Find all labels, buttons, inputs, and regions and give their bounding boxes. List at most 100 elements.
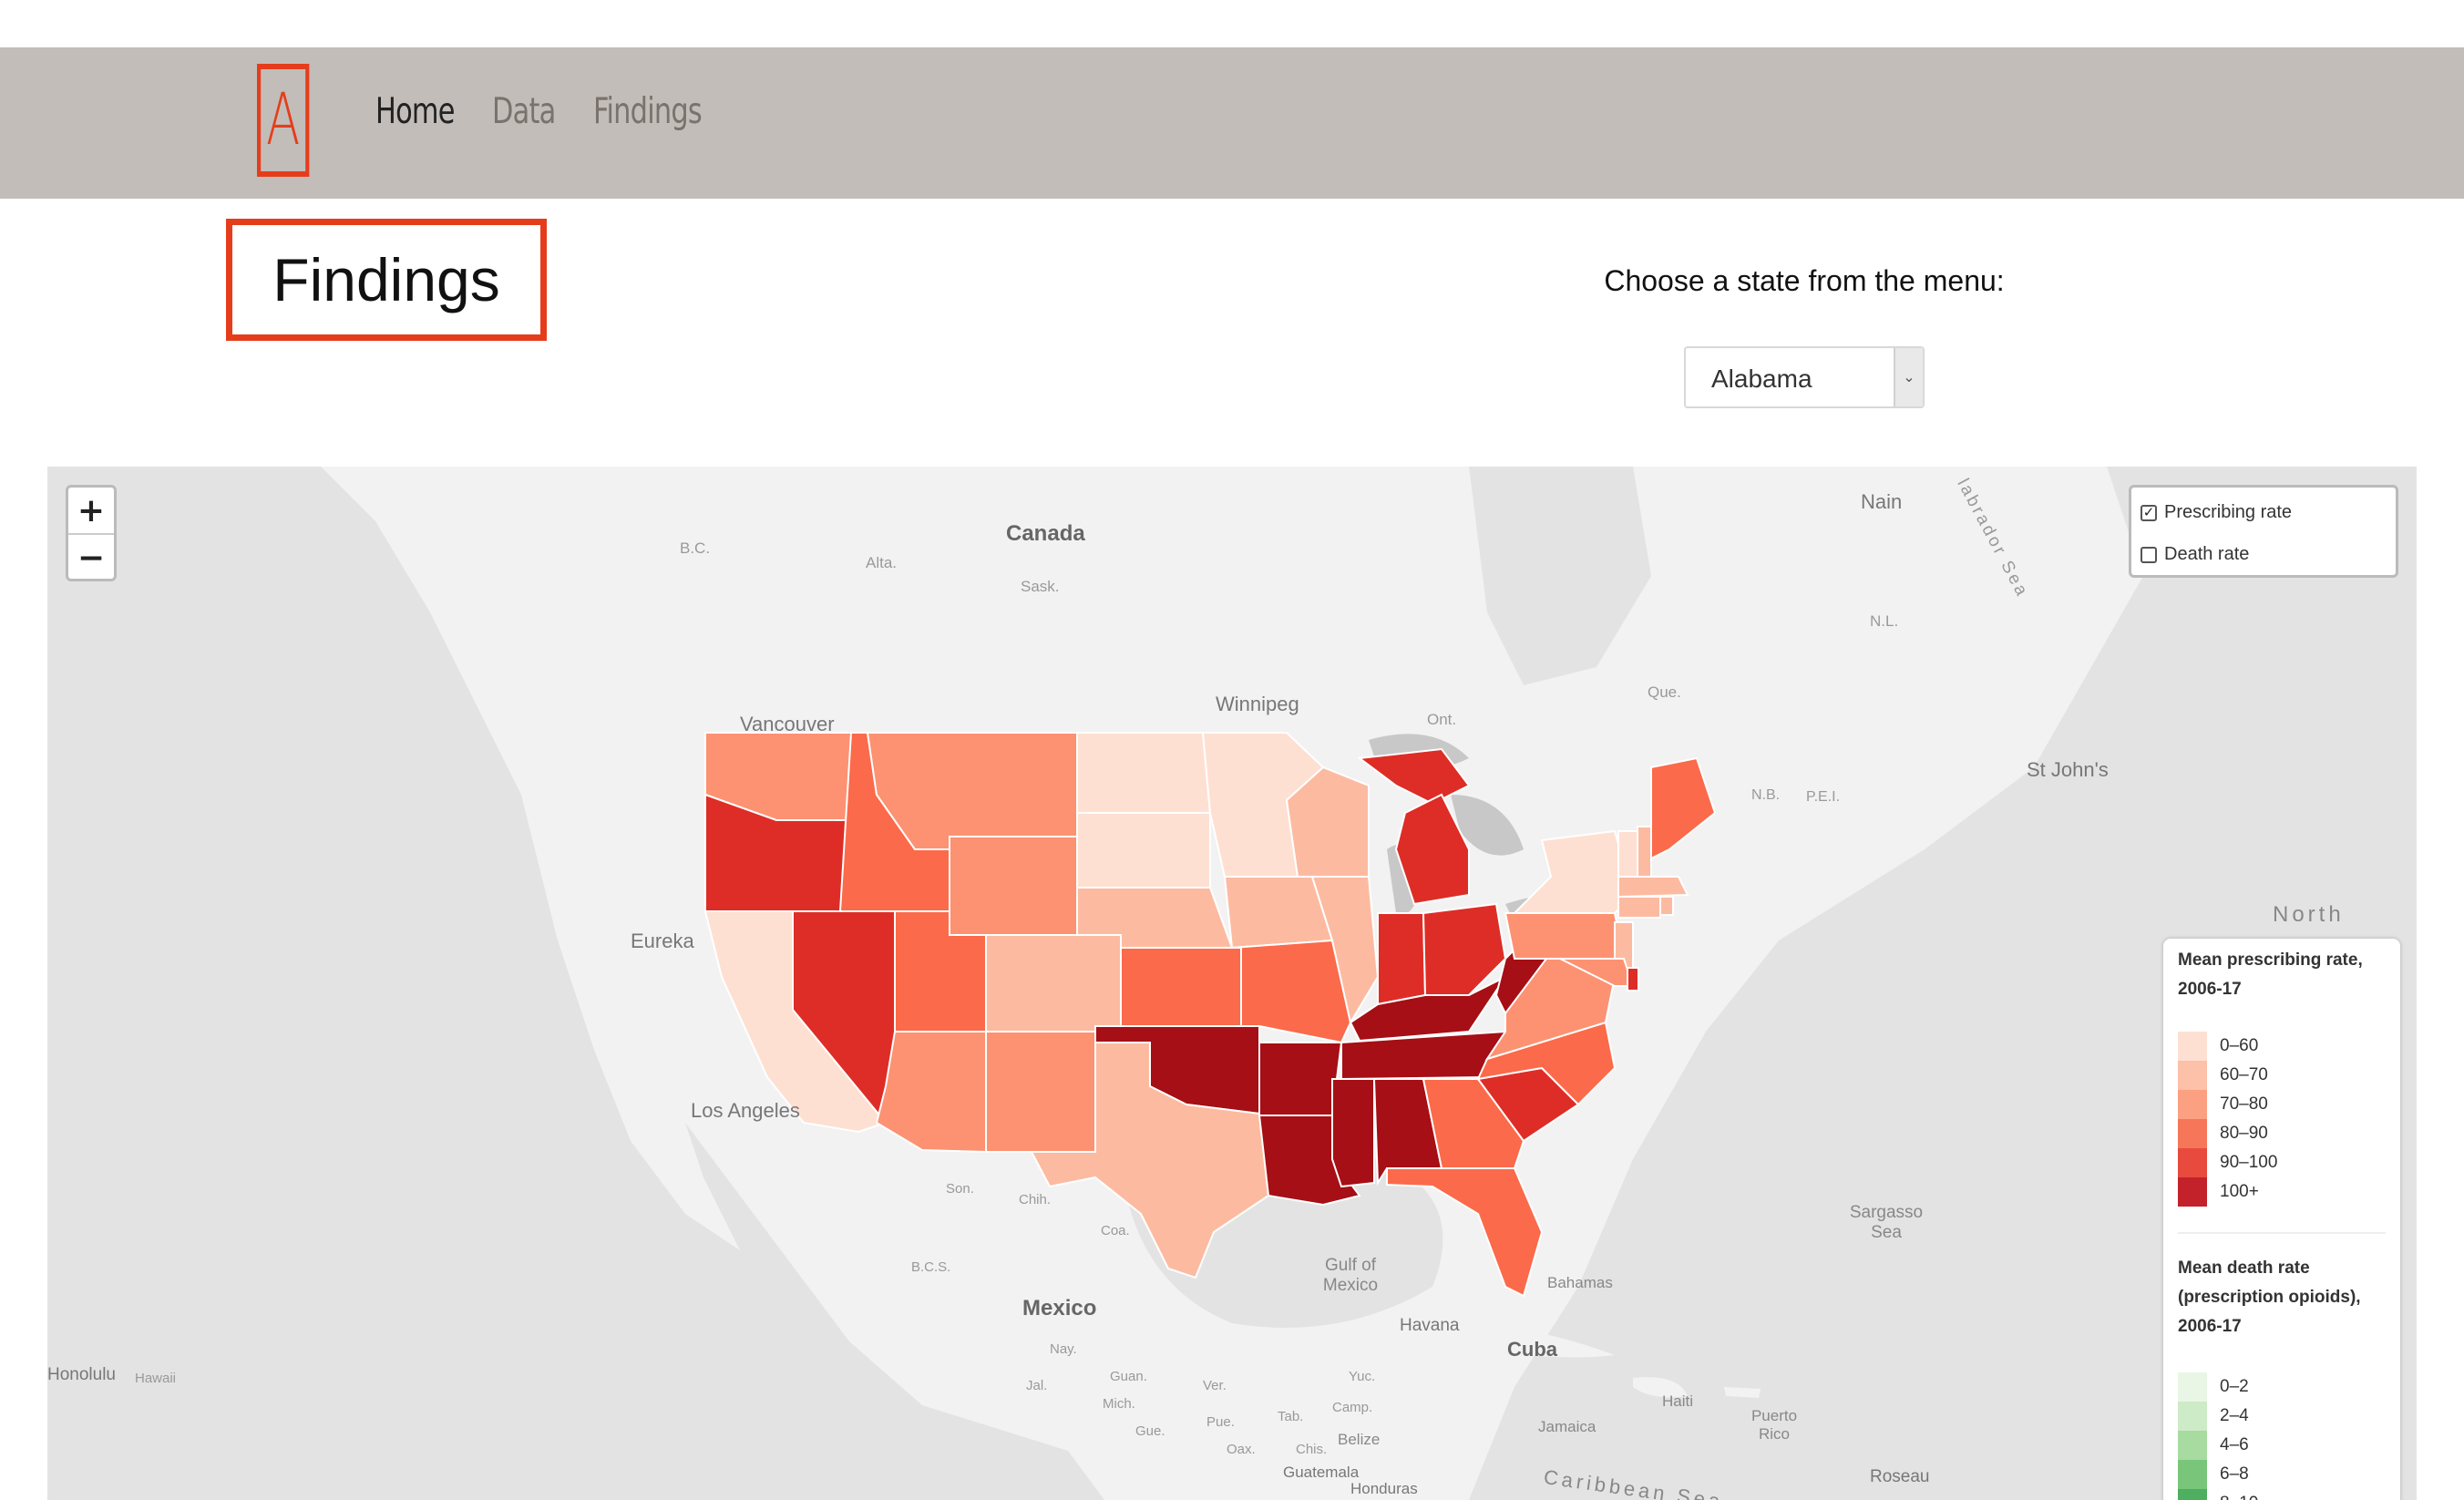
state-wy[interactable] [949, 836, 1078, 936]
prescribing-legend-item: 0–60 [2178, 1032, 2258, 1061]
label-chih: Chih. [1019, 1192, 1052, 1207]
label-honduras: Honduras [1350, 1480, 1418, 1497]
page-title-box: Findings [226, 219, 547, 341]
prescribing-legend-label: 60–70 [2220, 1065, 2268, 1084]
legend-prescribing-title: Mean prescribing rate, 2006-17 [2178, 950, 2363, 999]
state-select[interactable]: Alabama ⌄ [1684, 346, 1925, 408]
choropleth-map[interactable]: Canada B.C. Alta. Sask. Vancouver Winnip… [47, 467, 2417, 1500]
state-nh[interactable] [1637, 826, 1652, 882]
state-sd[interactable] [1076, 812, 1211, 889]
label-nl: N.L. [1870, 612, 1899, 630]
state-ar[interactable] [1258, 1042, 1343, 1116]
label-chis: Chis. [1296, 1442, 1328, 1457]
legend-death-title: Mean death rate (prescription opioids), … [2178, 1259, 2361, 1336]
label-st-johns: St John's [2027, 758, 2109, 781]
state-co[interactable] [985, 934, 1122, 1033]
prescribing-legend-label: 100+ [2220, 1182, 2259, 1201]
death-legend-swatch [2178, 1489, 2207, 1500]
label-coa: Coa. [1101, 1223, 1130, 1238]
legend-divider [2178, 1232, 2386, 1234]
prescribing-legend-item: 100+ [2178, 1177, 2259, 1207]
label-vancouver: Vancouver [740, 713, 835, 735]
layer-death-row[interactable]: Death rate [2141, 544, 2249, 565]
nav-findings-link[interactable]: Findings [593, 91, 703, 132]
prescribing-legend-label: 90–100 [2220, 1153, 2278, 1172]
state-nm[interactable] [985, 1031, 1096, 1153]
logo-letter: A [266, 79, 301, 161]
death-legend-label: 6–8 [2220, 1464, 2249, 1484]
label-que: Que. [1648, 683, 1681, 701]
label-sargasso-sea: Sargasso Sea [1849, 1203, 1924, 1242]
layer-prescribing-row[interactable]: ✓ Prescribing rate [2141, 502, 2292, 523]
prescribing-label: Prescribing rate [2164, 502, 2293, 522]
death-legend-label: 4–6 [2220, 1435, 2249, 1454]
top-navbar [0, 47, 2464, 199]
death-legend-swatch [2178, 1372, 2207, 1402]
label-guan: Guan. [1110, 1369, 1147, 1384]
prescribing-legend-swatch [2178, 1119, 2207, 1148]
label-puerto-rico: Puerto Rico [1750, 1407, 1798, 1443]
death-legend-item: 8–10 [2178, 1489, 2258, 1500]
label-guatemala: Guatemala [1283, 1464, 1360, 1481]
label-los-angeles: Los Angeles [691, 1099, 800, 1122]
death-label: Death rate [2164, 544, 2250, 564]
prescribing-legend-swatch [2178, 1032, 2207, 1061]
prescribing-legend-label: 70–80 [2220, 1094, 2268, 1114]
death-legend-swatch [2178, 1460, 2207, 1489]
zoom-out-button[interactable]: − [68, 535, 114, 580]
state-ri[interactable] [1659, 896, 1674, 916]
prescribing-legend-item: 70–80 [2178, 1090, 2268, 1119]
site-logo[interactable]: A [257, 64, 310, 177]
state-de[interactable] [1627, 967, 1639, 991]
label-hawaii: Hawaii [135, 1371, 177, 1386]
state-pa[interactable] [1504, 912, 1626, 960]
state-ct[interactable] [1617, 896, 1661, 919]
label-haiti: Haiti [1662, 1392, 1694, 1410]
label-north: North [2273, 902, 2345, 927]
death-legend-item: 4–6 [2178, 1431, 2249, 1460]
death-checkbox[interactable] [2141, 546, 2157, 563]
prescribing-legend-swatch [2178, 1090, 2207, 1119]
nav-data-link[interactable]: Data [492, 91, 556, 132]
label-roseau: Roseau [1870, 1467, 1930, 1486]
death-legend-label: 2–4 [2220, 1406, 2249, 1425]
label-camp: Camp. [1332, 1400, 1373, 1415]
label-mexico: Mexico [1022, 1296, 1097, 1320]
prescribing-legend-swatch [2178, 1177, 2207, 1207]
chevron-down-icon[interactable]: ⌄ [1894, 348, 1923, 406]
label-canada: Canada [1006, 521, 1085, 546]
label-nain: Nain [1861, 490, 1903, 513]
map-basemap[interactable] [47, 467, 2417, 1500]
state-ms[interactable] [1331, 1078, 1375, 1188]
death-legend-swatch [2178, 1431, 2207, 1460]
label-oax: Oax. [1227, 1442, 1256, 1457]
label-jamaica: Jamaica [1538, 1418, 1596, 1435]
label-pei: P.E.I. [1806, 789, 1841, 805]
state-in[interactable] [1377, 912, 1427, 1006]
map-legend: Mean prescribing rate, 2006-17 0–60 60–70… [2163, 939, 2400, 1500]
nav-home-link[interactable]: Home [375, 91, 455, 132]
label-honolulu: Honolulu [47, 1365, 116, 1384]
state-vt[interactable] [1617, 830, 1638, 878]
label-eureka: Eureka [631, 930, 694, 952]
state-ks[interactable] [1120, 947, 1242, 1027]
label-nay: Nay. [1050, 1341, 1077, 1357]
label-yuc: Yuc. [1349, 1369, 1376, 1384]
death-legend-item: 6–8 [2178, 1460, 2249, 1489]
prescribing-checkbox[interactable]: ✓ [2141, 504, 2157, 521]
death-legend-label: 0–2 [2220, 1377, 2249, 1396]
zoom-control: + − [66, 485, 117, 581]
prescribing-legend-swatch [2178, 1148, 2207, 1177]
prescribing-legend-swatch [2178, 1061, 2207, 1090]
label-belize: Belize [1338, 1431, 1381, 1448]
prescribing-legend-item: 90–100 [2178, 1148, 2277, 1177]
label-bc: B.C. [680, 539, 711, 557]
label-pue: Pue. [1206, 1414, 1235, 1430]
label-winnipeg: Winnipeg [1216, 693, 1299, 715]
state-ma[interactable] [1617, 876, 1689, 899]
zoom-in-button[interactable]: + [68, 488, 114, 533]
death-legend-item: 0–2 [2178, 1372, 2249, 1402]
state-nd[interactable] [1076, 732, 1212, 814]
prescribing-legend-item: 60–70 [2178, 1061, 2268, 1090]
layer-control: ✓ Prescribing rate Death rate [2129, 485, 2398, 578]
